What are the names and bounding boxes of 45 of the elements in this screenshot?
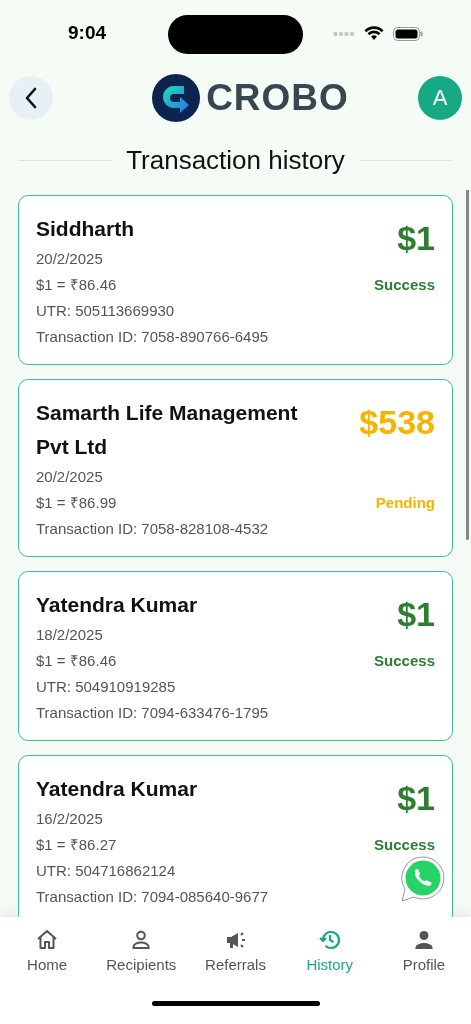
transaction-date: 20/2/2025 <box>36 467 104 487</box>
recipient-name: Siddharth <box>36 216 135 242</box>
transaction-id: Transaction ID: 7094-633476-1795 <box>36 703 270 723</box>
history-icon <box>317 928 342 952</box>
tab-button[interactable]: Recipients <box>94 928 189 973</box>
logo-text: CROBO <box>206 77 349 119</box>
exchange-rate: $1 = ₹86.46 <box>36 275 118 295</box>
signal-icon <box>333 30 355 37</box>
amount: $538 <box>358 402 435 443</box>
status-time: 9:04 <box>68 22 107 44</box>
back-button[interactable] <box>9 76 53 120</box>
back-icon <box>23 86 39 110</box>
transaction-date: 16/2/2025 <box>36 809 104 829</box>
utr-number: UTR: 504910919285 <box>36 677 177 697</box>
utr-number: UTR: 504716862124 <box>36 861 177 881</box>
transaction-id: Transaction ID: 7058-828108-4532 <box>36 519 270 539</box>
transaction-id: Transaction ID: 7094-085640-9677 <box>36 887 270 907</box>
recipient-name: Yatendra Kumar <box>36 592 199 618</box>
battery-icon <box>393 26 423 41</box>
exchange-rate: $1 = ₹86.46 <box>36 651 118 671</box>
logo-icon <box>152 74 201 122</box>
transaction-date: 20/2/2025 <box>36 249 104 269</box>
transaction-card[interactable]: Samarth Life Management Pvt Ltd $538 20/2/2025 $1 = ₹86.99 Pending Transaction ID: 7058-828108-4532 <box>18 379 453 557</box>
exchange-rate: $1 = ₹86.27 <box>36 835 118 855</box>
status-label: Success <box>373 835 435 855</box>
status-label: Success <box>373 275 435 295</box>
tab-button[interactable]: Home <box>0 928 95 973</box>
recipient-name: Samarth Life Management Pvt Ltd <box>36 400 299 460</box>
amount: $1 <box>396 218 435 259</box>
transaction-date: 18/2/2025 <box>36 625 104 645</box>
wifi-icon <box>364 26 384 41</box>
transaction-card[interactable]: Yatendra Kumar $1 18/2/2025 $1 = ₹86.46 Success UTR: 504910919285 Transaction ID: 7094-633476-1795 <box>18 571 453 741</box>
exchange-rate: $1 = ₹86.99 <box>36 493 118 513</box>
tab-button[interactable]: Referrals <box>188 928 283 973</box>
utr-number: UTR: 505113669930 <box>36 301 176 321</box>
page-title: Transaction history <box>126 144 345 176</box>
amount: $1 <box>396 778 435 819</box>
status-label: Pending <box>374 493 435 513</box>
transaction-card[interactable]: Yatendra Kumar $1 16/2/2025 $1 = ₹86.27 Success UTR: 504716862124 Transaction ID: 7094-085640-9677 <box>18 755 453 917</box>
recipient-name: Yatendra Kumar <box>36 776 199 802</box>
status-label: Success <box>373 651 435 671</box>
transaction-id: Transaction ID: 7058-890766-6495 <box>36 327 270 347</box>
transaction-card[interactable]: Siddharth $1 20/2/2025 $1 = ₹86.46 Success UTR: 505113669930 Transaction ID: 7058-890766-6495 <box>18 195 453 365</box>
amount: $1 <box>396 594 435 635</box>
tab-button[interactable]: Profile <box>376 928 471 973</box>
